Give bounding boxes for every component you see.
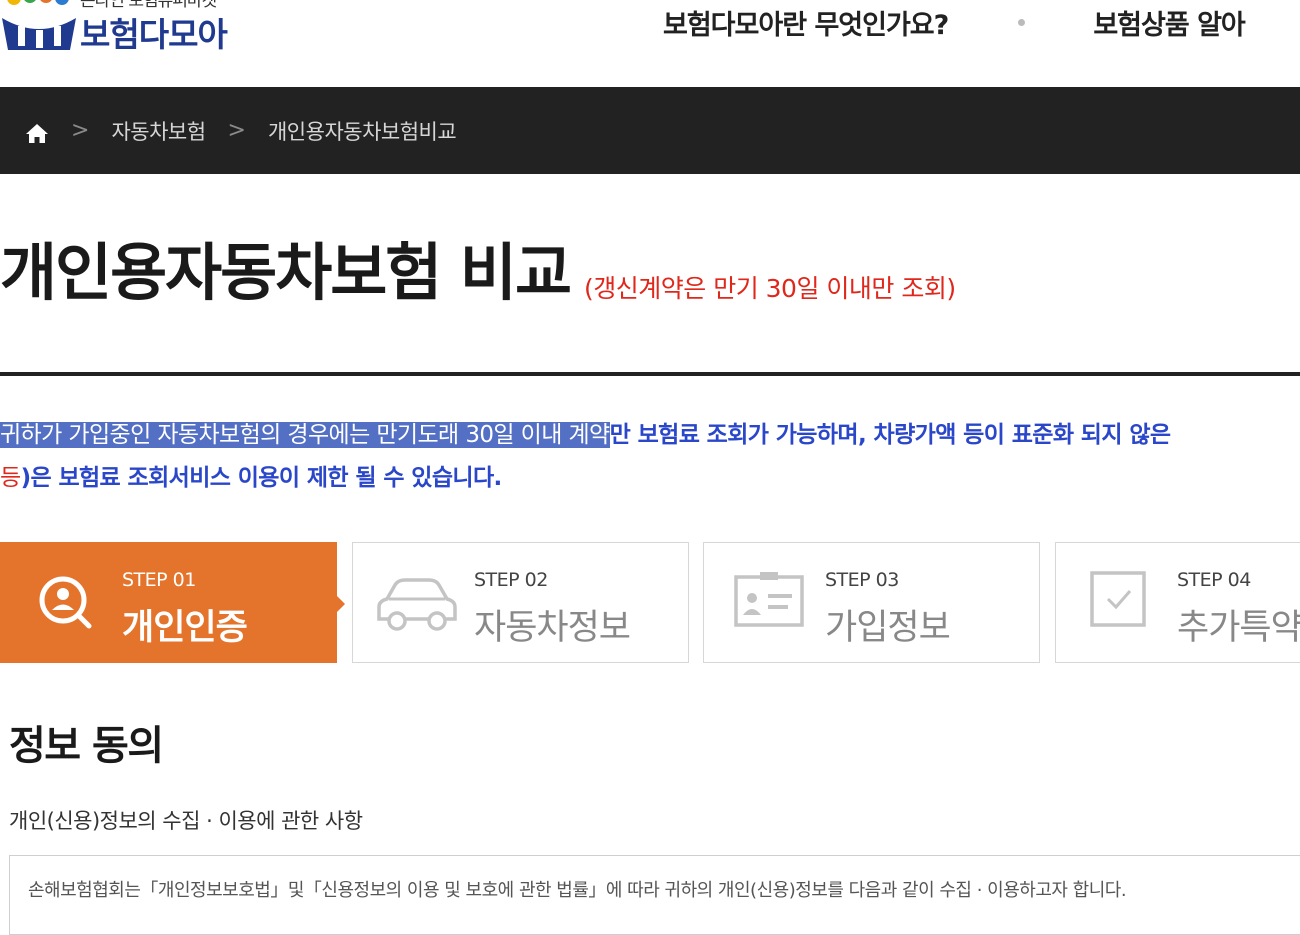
checkbox-icon: [1090, 571, 1146, 627]
notice-text: 귀하가 가입중인 자동차보험의 경우에는 만기도래 30일 이내 계약만 보험료…: [0, 414, 1300, 500]
main-nav: 보험다모아란 무엇인가요? 보험상품 알아: [663, 0, 1246, 44]
logo-title: 보험다모아: [80, 15, 228, 54]
step-1: STEP 01 개인인증: [0, 542, 345, 663]
step-2-number: STEP 02: [474, 569, 548, 591]
site-logo[interactable]: 온라인 보험슈퍼마켓 보험다모아: [0, 0, 260, 54]
page-title-group: 개인용자동차보험 비교 (갱신계약은 만기 30일 이내만 조회): [0, 233, 956, 313]
breadcrumb: > 자동차보험 > 개인용자동차보험비교: [25, 87, 457, 174]
chevron-right-icon: >: [71, 118, 90, 143]
step-1-name: 개인인증: [122, 608, 248, 648]
step-3-name: 가입정보: [825, 608, 951, 648]
step-indicator: STEP 01 개인인증 STEP 02 자동차정보 STEP 03 가입정보: [0, 542, 1300, 665]
notice-highlight: 귀하가 가입중인 자동차보험의 경우에는 만기도래 30일 이내 계약: [0, 422, 610, 448]
page-title-note: (갱신계약은 만기 30일 이내만 조회): [584, 274, 956, 303]
consent-text-box[interactable]: 손해보험협회는「개인정보보호법」및「신용정보의 이용 및 보호에 관한 법률」에…: [9, 855, 1300, 935]
chevron-right-icon: >: [227, 118, 246, 143]
notice-line-1: 귀하가 가입중인 자동차보험의 경우에는 만기도래 30일 이내 계약만 보험료…: [0, 414, 1300, 457]
nav-item-about[interactable]: 보험다모아란 무엇인가요?: [663, 3, 949, 42]
step-arrow: [336, 595, 345, 613]
title-divider: [0, 372, 1300, 376]
site-header: 온라인 보험슈퍼마켓 보험다모아 보험다모아란 무엇인가요? 보험상품 알아: [0, 0, 1300, 87]
section-title: 정보 동의: [9, 723, 164, 769]
breadcrumb-bar: > 자동차보험 > 개인용자동차보험비교: [0, 87, 1300, 174]
consent-text: 손해보험협회는「개인정보보호법」및「신용정보의 이용 및 보호에 관한 법률」에…: [28, 880, 1127, 901]
step-2: STEP 02 자동차정보: [352, 542, 689, 663]
breadcrumb-item-personal-car-compare[interactable]: 개인용자동차보험비교: [268, 116, 457, 146]
nav-item-products[interactable]: 보험상품 알아: [1093, 3, 1245, 42]
step-4-name: 추가특약: [1177, 608, 1300, 648]
notice-line-2: 등)은 보험료 조회서비스 이용이 제한 될 수 있습니다.: [0, 457, 1300, 500]
step-2-name: 자동차정보: [474, 608, 631, 648]
nav-divider-dot: [1018, 18, 1026, 26]
consent-subtitle: 개인(신용)정보의 수집 · 이용에 관한 사항: [9, 809, 363, 833]
step-3: STEP 03 가입정보: [703, 542, 1040, 663]
step-3-number: STEP 03: [825, 569, 899, 591]
home-icon[interactable]: [25, 122, 49, 144]
car-icon: [377, 578, 457, 631]
page-title: 개인용자동차보험 비교: [0, 236, 572, 309]
logo-mark-icon: [2, 0, 76, 50]
breadcrumb-item-car-insurance[interactable]: 자동차보험: [111, 116, 206, 146]
notice-line-1-rest: 만 보험료 조회가 가능하며, 차량가액 등이 표준화 되지 않은: [609, 422, 1171, 448]
notice-red-fragment: 등: [0, 465, 21, 491]
step-4: STEP 04 추가특약: [1055, 542, 1300, 663]
user-search-icon: [39, 576, 92, 629]
notice-line-2-rest: )은 보험료 조회서비스 이용이 제한 될 수 있습니다.: [20, 465, 503, 491]
step-4-number: STEP 04: [1177, 569, 1251, 591]
id-card-icon: [734, 572, 804, 627]
step-1-number: STEP 01: [122, 569, 196, 591]
